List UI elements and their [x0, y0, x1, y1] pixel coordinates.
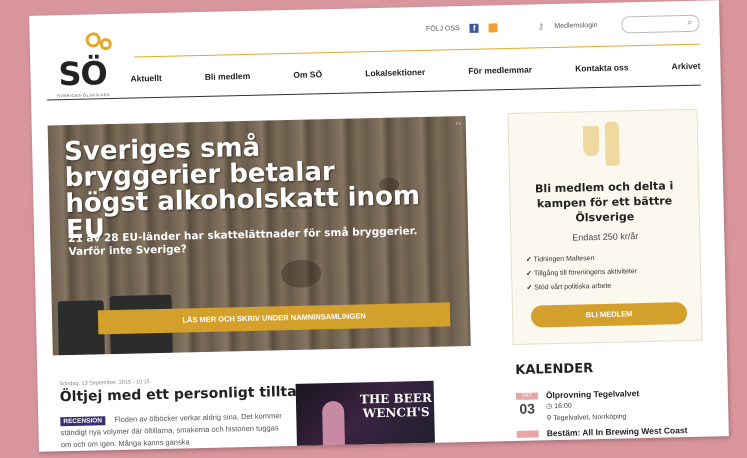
event-time-text: 16:00 [554, 402, 572, 411]
article-tag[interactable]: RECENSION [60, 416, 106, 427]
facebook-icon[interactable]: f [469, 23, 479, 33]
event-day: 03 [519, 400, 536, 417]
event-title[interactable]: Bestäm: All In Brewing West Coast [547, 425, 688, 438]
header-divider [134, 43, 700, 58]
nav-item-for-medlemmar[interactable]: För medlemmar [468, 64, 532, 75]
beer-glass-icon [582, 125, 600, 157]
event-time: ◷ 16:00 [546, 402, 572, 411]
member-login-link[interactable]: Medlemslogin [554, 22, 597, 30]
event-month: OKT [515, 392, 538, 400]
book-cover-title: THE BEER WENCH'S [359, 390, 433, 421]
top-bar: FÖLJ OSS f ⚷ Medlemslogin ⌕ [425, 14, 700, 38]
nav-item-arkivet[interactable]: Arkivet [671, 61, 700, 72]
page-sheet: SÖ SVERIGES ÖLSKIKARA FÖLJ OSS f ⚷ Medle… [29, 0, 729, 452]
nav-item-om-so[interactable]: Om SÖ [293, 69, 322, 80]
rss-icon[interactable] [488, 23, 498, 33]
event-month [516, 430, 539, 438]
main-nav: Aktuellt Bli medlem Om SÖ Lokalsektioner… [130, 61, 700, 84]
hero-banner[interactable]: ◦◦ Sveriges små bryggerier betalar högst… [47, 116, 471, 356]
membership-box: Bli medlem och delta i kampen för ett bä… [507, 108, 703, 345]
article-date: Söndag, 13 September, 2015 - 10:15 [59, 379, 150, 388]
nav-item-aktuellt[interactable]: Aktuellt [130, 73, 161, 84]
membership-title: Bli medlem och delta i kampen för ett bä… [534, 179, 674, 225]
book-cover-figure [321, 400, 345, 446]
nav-item-bli-medlem[interactable]: Bli medlem [205, 71, 251, 82]
nav-divider [47, 84, 701, 101]
wood-knot [280, 259, 322, 289]
logo-text: SÖ [58, 54, 108, 94]
nav-item-kontakta-oss[interactable]: Kontakta oss [575, 62, 629, 73]
key-icon: ⚷ [537, 21, 545, 32]
nav-item-lokalsektioner[interactable]: Lokalsektioner [365, 67, 425, 78]
benefit-item: Tillgång till föreningens aktiviteter [526, 265, 637, 282]
article-title[interactable]: Öltjej med ett personligt tilltal [60, 384, 302, 405]
article-image[interactable]: THE BEER WENCH'S [295, 380, 435, 446]
event-place: ⚲ Tegelvalvet, Norrköping [546, 412, 626, 422]
calendar-heading: KALENDER [515, 361, 594, 378]
search-input[interactable]: ⌕ [621, 14, 700, 34]
event-title[interactable]: Ölprovning Tegelvalvet [546, 388, 640, 400]
logo-bubble-icon [99, 38, 112, 51]
search-icon[interactable]: ⌕ [687, 17, 692, 28]
event-place-text: Tegelvalvet, Norrköping [553, 413, 627, 423]
join-button[interactable]: BLI MEDLEM [530, 302, 688, 328]
logo[interactable]: SÖ SVERIGES ÖLSKIKARA [56, 32, 117, 98]
slider-control-icon[interactable]: ◦◦ [455, 118, 462, 128]
beer-bottle-icon [604, 121, 620, 166]
clock-icon: ◷ [546, 403, 555, 411]
membership-price: Endast 250 kr/år [572, 231, 639, 243]
benefit-item: Stöd vårt politiska arbete [526, 279, 637, 296]
logo-bubble-icon [85, 32, 101, 48]
benefit-list: Tidningen Maltesen Tillgång till förenin… [526, 251, 638, 296]
follow-label: FÖLJ OSS [425, 25, 460, 33]
